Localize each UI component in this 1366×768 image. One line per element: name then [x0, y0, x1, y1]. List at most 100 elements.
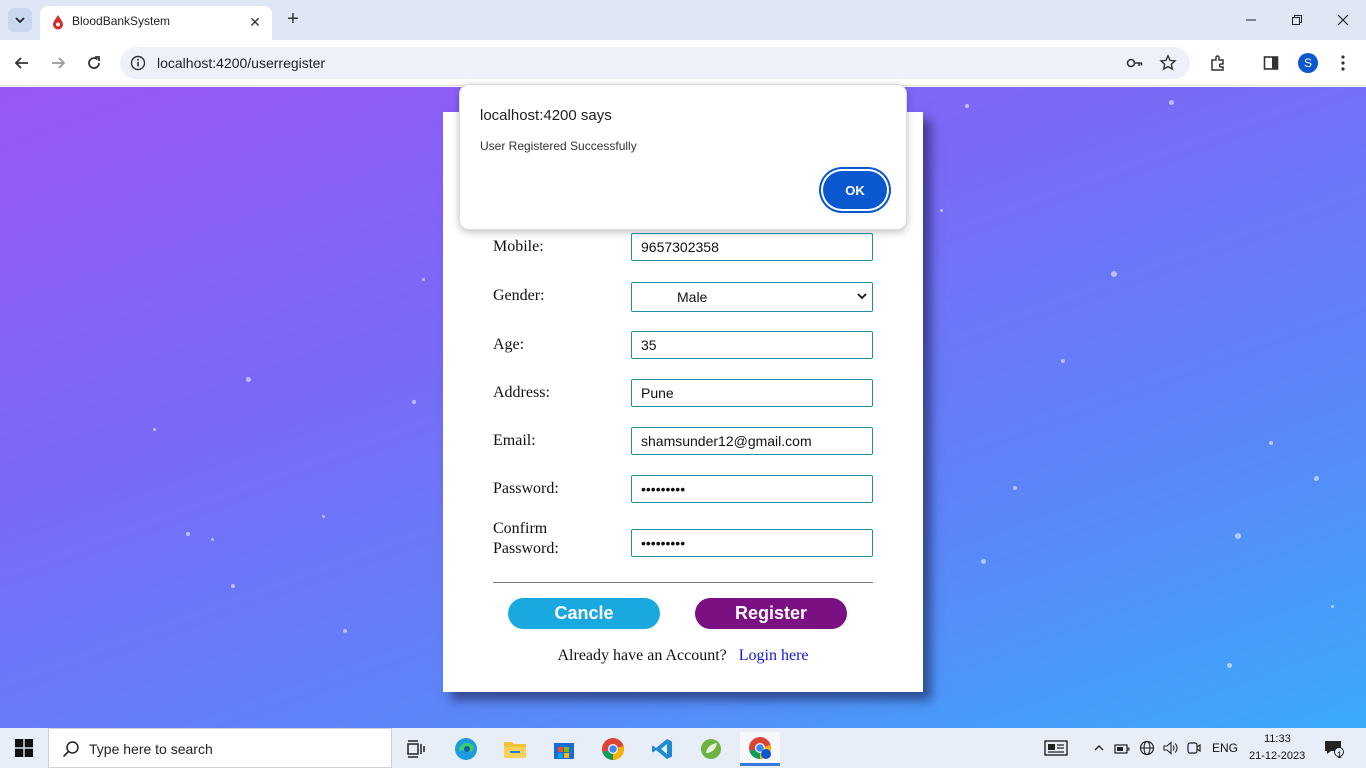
close-icon[interactable]: ✕ [246, 13, 264, 31]
address-bar[interactable]: localhost:4200/userregister [120, 47, 1190, 79]
meet-now-icon[interactable] [1184, 738, 1204, 758]
more-menu-icon[interactable] [1332, 52, 1354, 74]
background-dot [153, 428, 156, 431]
clock-time[interactable]: 11:33 [1264, 733, 1291, 745]
speaker-icon[interactable] [1160, 738, 1180, 758]
folder-icon [504, 742, 526, 758]
forward-button[interactable] [46, 51, 70, 75]
reload-button[interactable] [82, 51, 106, 75]
browser-toolbar: localhost:4200/userregister [0, 40, 1366, 86]
windows-logo-icon [15, 739, 33, 757]
background-dot [1314, 476, 1319, 481]
start-button[interactable] [0, 728, 48, 768]
arrow-left-icon [14, 57, 28, 69]
age-input[interactable]: 35 [631, 331, 873, 359]
restore-button[interactable] [1274, 6, 1320, 34]
minimize-button[interactable] [1228, 6, 1274, 34]
profile-avatar[interactable]: S [1298, 53, 1318, 73]
search-placeholder: Type here to search [89, 741, 213, 757]
chevron-up-icon[interactable] [1089, 738, 1109, 758]
background-dot [1235, 533, 1241, 539]
mobile-label: Mobile: [493, 238, 544, 255]
confirm-password-input[interactable]: ••••••••• [631, 529, 873, 557]
background-dot [211, 538, 214, 541]
background-dot [1269, 441, 1273, 445]
search-icon [62, 741, 79, 758]
password-input[interactable]: ••••••••• [631, 475, 873, 503]
background-dot [322, 515, 325, 518]
extensions-icon[interactable] [1207, 52, 1229, 74]
alert-dialog: localhost:4200 says User Registered Succ… [459, 84, 907, 230]
background-dot [1169, 100, 1174, 105]
browser-tab-active[interactable]: BloodBankSystem ✕ [40, 6, 272, 40]
new-tab-button[interactable]: + [282, 8, 304, 30]
notification-count: 1 [1337, 750, 1343, 760]
arrow-right-icon [52, 57, 66, 69]
background-dot [246, 377, 251, 382]
tab-title: BloodBankSystem [72, 14, 171, 28]
dialog-message: User Registered Successfully [480, 139, 637, 153]
gender-selected-value: Male [677, 289, 708, 305]
minimize-icon [1246, 19, 1256, 21]
spring-tools-app[interactable] [691, 732, 731, 766]
gender-select[interactable]: Male [631, 282, 873, 312]
battery-icon[interactable] [1113, 738, 1133, 758]
chevron-down-icon [15, 17, 25, 24]
tab-strip: BloodBankSystem ✕ + [0, 0, 1366, 40]
address-input[interactable]: Pune [631, 379, 873, 407]
gender-label: Gender: [493, 287, 545, 304]
file-explorer-app[interactable] [495, 732, 535, 766]
window-close-button[interactable] [1320, 6, 1366, 34]
cancel-button[interactable]: Cancle [508, 598, 660, 629]
background-dot [231, 584, 235, 588]
chrome-icon [602, 738, 624, 760]
background-dot [343, 629, 347, 633]
task-view-button[interactable] [396, 732, 436, 766]
taskbar-search-box[interactable]: Type here to search [48, 728, 392, 768]
email-input[interactable]: shamsunder12@gmail.com [631, 427, 873, 455]
background-dot [940, 209, 943, 212]
chrome-icon [749, 736, 771, 759]
mobile-input[interactable]: 9657302358 [631, 233, 873, 261]
age-label: Age: [493, 336, 525, 353]
address-label: Address: [493, 384, 550, 401]
background-dot [1111, 271, 1117, 277]
side-panel-icon[interactable] [1260, 52, 1282, 74]
site-info-icon[interactable] [130, 55, 146, 71]
background-dot [1013, 486, 1017, 490]
background-dot [1227, 663, 1232, 668]
clock-date[interactable]: 21-12-2023 [1249, 750, 1305, 762]
chrome-profile-app[interactable] [740, 732, 780, 766]
confirm-password-label-line2: Password: [493, 540, 559, 557]
divider [493, 582, 873, 583]
chrome-app[interactable] [593, 732, 633, 766]
password-key-icon[interactable] [1126, 54, 1144, 72]
login-prompt-line: Already have an Account? Login here [443, 647, 923, 665]
back-button[interactable] [10, 51, 34, 75]
dialog-title: localhost:4200 says [480, 107, 612, 124]
store-icon [554, 743, 574, 759]
spring-leaf-icon [701, 739, 721, 759]
vscode-app[interactable] [642, 732, 682, 766]
register-button[interactable]: Register [695, 598, 847, 629]
edge-app[interactable] [446, 732, 486, 766]
restore-icon [1292, 15, 1302, 25]
bookmark-star-icon[interactable] [1159, 54, 1177, 72]
network-globe-icon[interactable] [1137, 738, 1157, 758]
email-label: Email: [493, 432, 536, 449]
background-dot [412, 400, 416, 404]
reload-icon [88, 56, 100, 69]
vscode-icon [652, 739, 672, 759]
chevron-down-icon [857, 293, 867, 300]
login-link[interactable]: Login here [739, 647, 809, 664]
store-app[interactable] [544, 732, 584, 766]
background-dot [965, 104, 969, 108]
edge-icon [455, 738, 477, 760]
url-text[interactable]: localhost:4200/userregister [157, 55, 325, 71]
language-indicator[interactable]: ENG [1212, 741, 1238, 755]
news-widget-icon[interactable] [1043, 738, 1069, 758]
password-label: Password: [493, 480, 559, 497]
login-prompt-text: Already have an Account? [557, 647, 727, 664]
tab-search-button[interactable] [8, 8, 32, 32]
ok-button[interactable]: OK [823, 171, 887, 209]
